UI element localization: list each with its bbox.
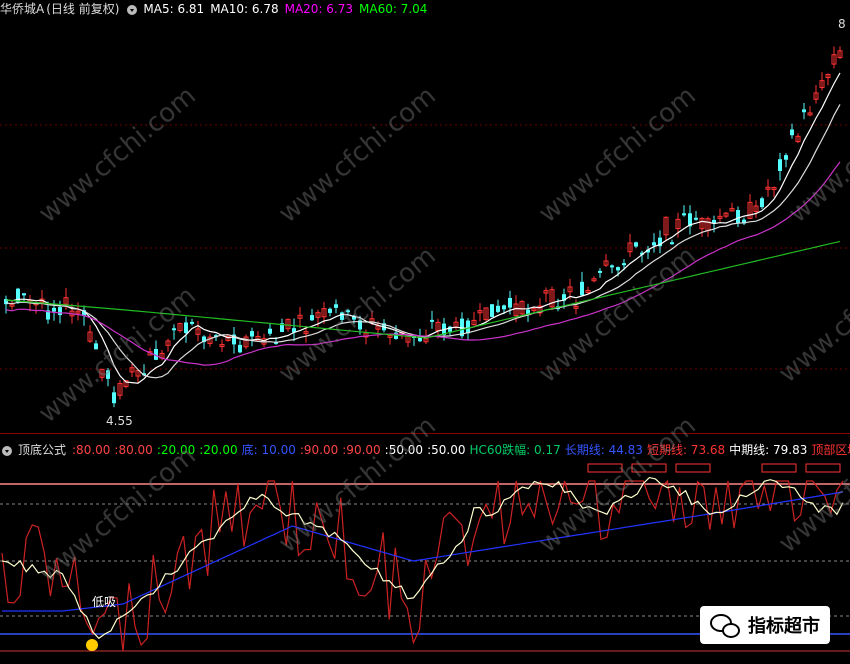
indicator-values: :80.00:80.00:20.00:20.00 底: 10.00:90.00:9… (72, 441, 850, 459)
candle-body (52, 307, 56, 312)
high-price-marker: 8 (838, 17, 846, 31)
stock-name: 华侨城A (0, 2, 45, 16)
period-label: (日线 前复权) (46, 2, 120, 16)
candle-body (106, 370, 110, 379)
candle-body (502, 305, 506, 310)
candle-body (694, 217, 698, 220)
candle-body (58, 307, 62, 316)
indicator-value: 顶部区域: 0. (811, 443, 850, 457)
candle-body (670, 242, 674, 245)
candle-body (790, 129, 794, 136)
indicator-name: 顶底公式 (18, 443, 67, 457)
candlestick-chart[interactable]: 4.55 8 (0, 0, 850, 436)
ma20-line (5, 161, 841, 366)
candle-body (736, 210, 740, 223)
indicator-value: 短期线: 73.68 (646, 443, 726, 457)
ma60-line (5, 240, 841, 339)
candle-body (616, 267, 620, 271)
top-zone-marker (805, 463, 841, 473)
candle-body (172, 328, 176, 331)
candle-body (652, 242, 656, 246)
smiley-icon (86, 639, 98, 651)
candle-body (190, 321, 194, 324)
indicator-value: :50.00 (384, 443, 424, 457)
candle-body (112, 392, 116, 404)
candle-body (610, 265, 614, 268)
candle-body (250, 331, 254, 337)
indicator-value: :20.00 (156, 443, 196, 457)
indicator-value: :90.00 (342, 443, 381, 457)
ma10-line (5, 104, 841, 379)
candle-body (580, 281, 584, 296)
candle-body (760, 198, 764, 208)
low-price-marker: 4.55 (106, 414, 133, 428)
candle-body (334, 304, 338, 308)
ma-legend: MA5: 6.81 MA10: 6.78 MA20: 6.73 MA60: 7.04 (143, 0, 433, 18)
brand-badge: 指标超市 (700, 606, 830, 644)
brand-label: 指标超市 (748, 616, 820, 637)
panel-divider (0, 433, 850, 434)
candle-body (184, 322, 188, 334)
candle-body (778, 159, 782, 171)
top-zone-marker (675, 463, 711, 473)
indicator-value: :20.00 (199, 443, 238, 457)
top-zone-marker (587, 463, 623, 473)
candle-body (268, 328, 272, 334)
indicator-value: :50.00 (427, 443, 466, 457)
candle-body (94, 343, 98, 350)
candle-body (238, 344, 242, 353)
candle-body (430, 319, 434, 322)
indicator-value: :90.00 (299, 443, 339, 457)
candle-body (328, 308, 332, 313)
indicator-value: HC60跌幅: 0.17 (469, 443, 561, 457)
candle-body (508, 297, 512, 308)
candle-body (490, 304, 494, 317)
candle-body (802, 109, 806, 113)
candle-body (682, 213, 686, 216)
candle-body (22, 293, 26, 296)
candle-body (496, 305, 500, 312)
indicator-value: :80.00 (72, 443, 111, 457)
candle-body (784, 155, 788, 160)
candle-body (310, 315, 314, 321)
price-chart-panel[interactable]: 4.55 8 华侨城A (日线 前复权) MA5: 6.81 MA10: 6.78 MA2… (0, 0, 850, 436)
indicator-value: 长期线: 44.83 (564, 443, 643, 457)
top-zone-marker (761, 463, 797, 473)
indicator-value: :80.00 (114, 443, 153, 457)
ma-legend-item: MA10: 6.78 (210, 2, 279, 16)
indicator-value: 底: 10.00 (241, 443, 296, 457)
indicator-header: 顶底公式:80.00:80.00:20.00:20.00 底: 10.00:90.… (0, 441, 850, 459)
ma-legend-item: MA60: 7.04 (359, 2, 428, 16)
settings-dropdown-icon[interactable] (127, 4, 138, 15)
price-header: 华侨城A (日线 前复权) MA5: 6.81 MA10: 6.78 MA20: 6.7… (0, 0, 439, 18)
indicator-value: 中期线: 79.83 (729, 443, 808, 457)
ma-legend-item: MA5: 6.81 (143, 2, 205, 16)
indicator-dropdown-icon[interactable] (2, 445, 12, 456)
wechat-icon (710, 614, 740, 638)
candle-body (598, 270, 602, 273)
ma-legend-item: MA20: 6.73 (284, 2, 354, 16)
candle-body (634, 242, 638, 247)
candle-body (466, 320, 470, 334)
candle-body (340, 312, 344, 320)
low-buy-label: 低吸 (92, 595, 116, 609)
candle-body (622, 263, 626, 266)
top-zone-marker (631, 463, 667, 473)
candle-body (346, 310, 350, 313)
